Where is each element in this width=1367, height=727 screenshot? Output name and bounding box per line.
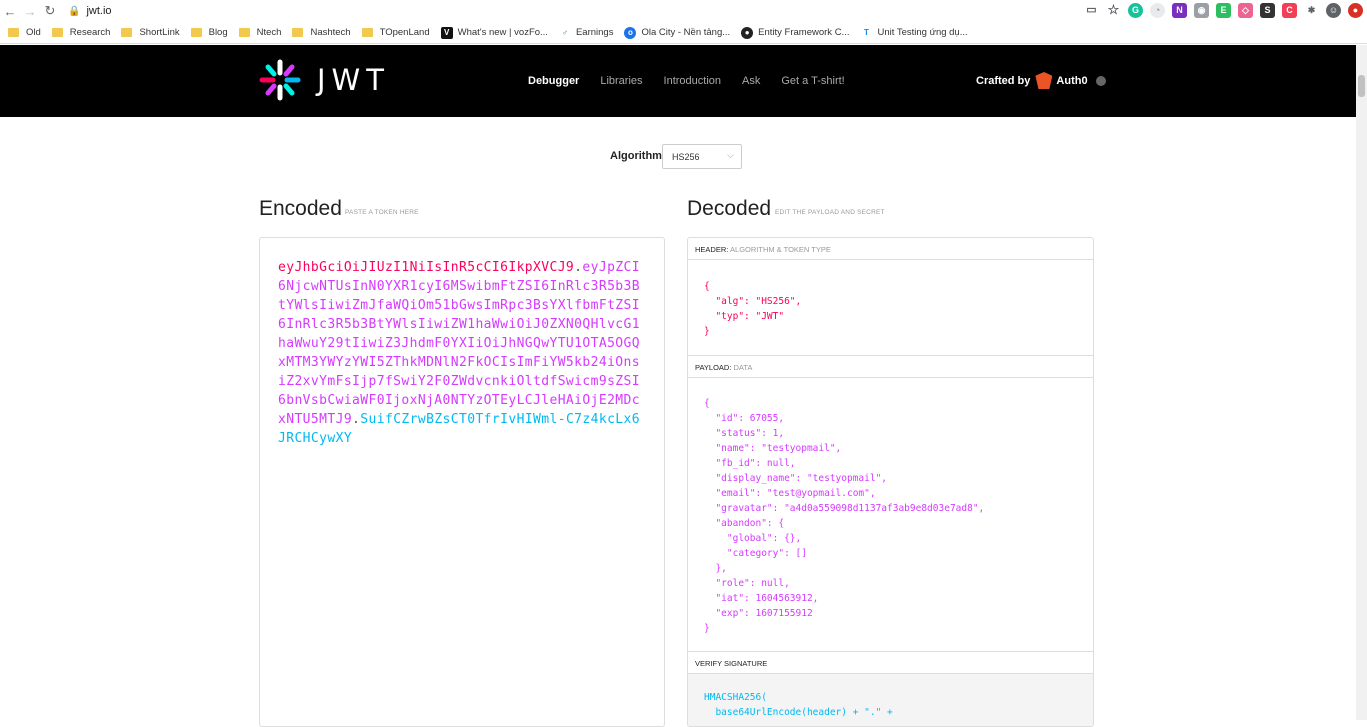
- bookmark-folder[interactable]: Old: [8, 27, 41, 38]
- header-json-editor[interactable]: { "alg": "HS256", "typ": "JWT" }: [688, 260, 1093, 356]
- encoded-token-editor[interactable]: eyJhbGciOiJIUzI1NiIsInR5cCI6IkpXVCJ9.eyJ…: [259, 237, 665, 727]
- page-scrollbar[interactable]: [1356, 45, 1367, 720]
- folder-icon: [51, 28, 63, 37]
- grammarly-icon[interactable]: G: [1128, 3, 1143, 18]
- algorithm-selected-value: HS256: [672, 152, 700, 162]
- bookmark-folder[interactable]: Ntech: [238, 27, 281, 38]
- token-payload-part: eyJpZCI6NjcwNTUsInN0YXR1cyI6MSwibmFtZSI6…: [278, 260, 640, 427]
- onenote-icon[interactable]: N: [1172, 3, 1187, 18]
- bookmark-folder[interactable]: TOpenLand: [361, 27, 430, 38]
- payload-section-title: PAYLOAD: DATA: [688, 356, 1093, 378]
- reload-icon[interactable]: ↻: [40, 3, 60, 19]
- bookmark-link[interactable]: o Ola City - Nền tảng...: [624, 26, 730, 39]
- nav-tshirt[interactable]: Get a T-shirt!: [781, 75, 844, 87]
- earnings-icon: ♂: [561, 27, 568, 37]
- bookmarks-bar: Old Research ShortLink Blog Ntech Nashte…: [0, 22, 1367, 44]
- extensions-area: ▭ ☆ G ◔ N ◉ E ◇ S C ✱ ☺ ●: [1084, 3, 1363, 18]
- token-header-part: eyJhbGciOiJIUzI1NiIsInR5cCI6IkpXVCJ9: [278, 260, 575, 275]
- verify-signature-title: VERIFY SIGNATURE: [688, 652, 1093, 674]
- folder-icon: [190, 28, 202, 37]
- forward-icon[interactable]: →: [20, 4, 40, 19]
- crafted-by-label: Crafted by: [976, 74, 1031, 87]
- jwt-logo[interactable]: JWT: [259, 59, 390, 101]
- camera-icon[interactable]: ◉: [1194, 3, 1209, 18]
- algorithm-label: Algorithm: [610, 150, 662, 162]
- bookmark-folder[interactable]: Research: [51, 27, 110, 38]
- logo-text: JWT: [317, 63, 390, 97]
- decoded-subtitle: EDIT THE PAYLOAD AND SECRET: [775, 209, 885, 216]
- auth0-shield-icon: [1035, 72, 1053, 89]
- jwt-logo-icon: [259, 59, 301, 101]
- folder-icon: [292, 28, 304, 37]
- ola-city-icon: o: [624, 26, 637, 39]
- bookmark-folder[interactable]: Blog: [190, 27, 228, 38]
- decoded-panel: HEADER: ALGORITHM & TOKEN TYPE { "alg": …: [687, 237, 1094, 727]
- main-nav: Debugger Libraries Introduction Ask Get …: [528, 75, 866, 87]
- nav-ask[interactable]: Ask: [742, 75, 760, 87]
- folder-icon: [8, 28, 19, 37]
- site-header: JWT Debugger Libraries Introduction Ask …: [0, 45, 1356, 117]
- voz-icon: V: [440, 26, 453, 39]
- update-icon[interactable]: ●: [1348, 3, 1363, 18]
- bookmark-folder[interactable]: ShortLink: [121, 27, 180, 38]
- payload-json-editor[interactable]: { "id": 67055, "status": 1, "name": "tes…: [688, 378, 1093, 652]
- crafted-by-auth0[interactable]: Crafted by Auth0: [976, 72, 1106, 89]
- bookmark-link[interactable]: T Unit Testing ứng dụ...: [860, 27, 968, 39]
- url-field[interactable]: jwt.io: [86, 5, 111, 17]
- encoded-title: Encoded: [259, 197, 342, 220]
- nav-libraries[interactable]: Libraries: [600, 75, 642, 87]
- cast-icon[interactable]: ▭: [1084, 3, 1099, 18]
- algorithm-select[interactable]: HS256 ⌵: [662, 144, 742, 169]
- auth0-label: Auth0: [1056, 74, 1088, 87]
- folder-icon: [238, 28, 250, 37]
- nav-debugger[interactable]: Debugger: [528, 75, 579, 87]
- chevron-down-icon: ⌵: [727, 150, 734, 160]
- folder-icon: [361, 28, 373, 37]
- verify-signature-code[interactable]: HMACSHA256( base64UrlEncode(header) + ".…: [688, 674, 1093, 726]
- folder-icon: [121, 28, 133, 37]
- header-section-title: HEADER: ALGORITHM & TOKEN TYPE: [688, 238, 1093, 260]
- bookmark-link[interactable]: ♂ Earnings: [559, 27, 614, 39]
- encoded-subtitle: PASTE A TOKEN HERE: [345, 209, 419, 216]
- info-icon[interactable]: [1095, 75, 1106, 86]
- puzzle-icon[interactable]: ✱: [1304, 3, 1319, 18]
- unit-testing-icon: T: [864, 27, 869, 37]
- evernote-icon[interactable]: E: [1216, 3, 1231, 18]
- extension-icon[interactable]: ◔: [1150, 3, 1165, 18]
- pocket-icon[interactable]: C: [1282, 3, 1297, 18]
- nav-introduction[interactable]: Introduction: [664, 75, 721, 87]
- profile-icon[interactable]: ☺: [1326, 3, 1341, 18]
- bookmark-link[interactable]: ● Entity Framework C...: [741, 26, 849, 39]
- scrollbar-thumb[interactable]: [1358, 75, 1365, 97]
- bookmark-folder[interactable]: Nashtech: [292, 27, 351, 38]
- decoded-title: Decoded: [687, 197, 772, 220]
- browser-toolbar: ← → ↻ 🔒 jwt.io ▭ ☆ G ◔ N ◉ E ◇ S C ✱ ☺ ●: [0, 0, 1367, 22]
- bookmark-star-icon[interactable]: ☆: [1106, 3, 1121, 18]
- github-icon: ●: [741, 26, 754, 39]
- lock-icon[interactable]: 🔒: [68, 6, 80, 17]
- back-icon[interactable]: ←: [0, 4, 20, 19]
- diff-icon[interactable]: ◇: [1238, 3, 1253, 18]
- bookmark-link[interactable]: V What's new | vozFo...: [440, 26, 548, 39]
- screenshot-icon[interactable]: S: [1260, 3, 1275, 18]
